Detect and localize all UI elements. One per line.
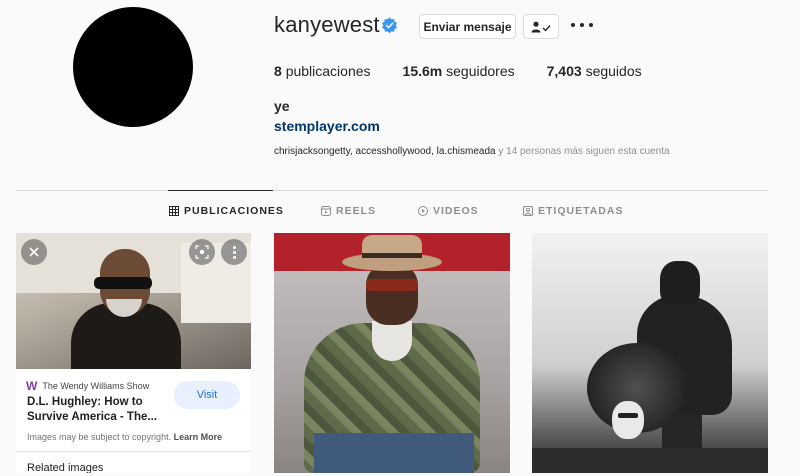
send-message-button[interactable]: Enviar mensaje — [419, 14, 516, 39]
profile-tabs: PUBLICACIONES REELS VIDEOS ETIQUETADAS — [0, 205, 800, 221]
tab-label: PUBLICACIONES — [184, 205, 284, 217]
copyright-notice: Images may be subject to copyright. Lear… — [27, 432, 222, 442]
close-icon[interactable] — [21, 239, 47, 265]
related-images-heading: Related images — [27, 462, 104, 473]
source-logo-icon: W — [26, 379, 38, 393]
card-separator — [16, 451, 251, 452]
profile-avatar[interactable] — [73, 7, 193, 127]
profile-username: kanyewest — [274, 12, 380, 37]
bio-link[interactable]: stemplayer.com — [274, 118, 380, 134]
user-check-icon — [531, 21, 551, 32]
following-count: 7,403 — [546, 63, 582, 79]
card-source[interactable]: W The Wendy Williams Show — [26, 379, 149, 393]
post-2-image[interactable] — [274, 233, 510, 473]
bio-name: ye — [274, 98, 290, 114]
posts-count: 8 — [274, 63, 282, 79]
lens-search-icon[interactable] — [189, 239, 215, 265]
tab-publicaciones[interactable]: PUBLICACIONES — [169, 205, 284, 217]
verified-badge-icon — [382, 17, 397, 34]
profile-stats: 8 publicaciones 15.6m seguidores 7,403 s… — [274, 63, 674, 79]
profile-divider — [16, 190, 768, 191]
reels-icon — [321, 206, 331, 216]
tag-icon — [523, 206, 533, 216]
visit-button[interactable]: Visit — [174, 381, 240, 409]
followed-by-suffix: y 14 personas más siguen esta cuenta — [495, 146, 670, 157]
tab-etiquetadas[interactable]: ETIQUETADAS — [523, 205, 623, 217]
followed-by-names[interactable]: chrisjacksongetty, accesshollywood, la.c… — [274, 146, 496, 157]
posts-stat: 8 publicaciones — [274, 63, 371, 79]
tab-reels[interactable]: REELS — [321, 205, 376, 217]
grid-icon — [169, 206, 179, 216]
followers-count: 15.6m — [402, 63, 443, 79]
posts-label: publicaciones — [285, 63, 371, 79]
copyright-text: Images may be subject to copyright. — [27, 432, 172, 442]
following-stat[interactable]: 7,403 seguidos — [547, 63, 642, 79]
post-3-photo — [532, 233, 768, 473]
source-name: The Wendy Williams Show — [42, 381, 150, 391]
tab-label: ETIQUETADAS — [538, 205, 624, 217]
followed-by[interactable]: chrisjacksongetty, accesshollywood, la.c… — [274, 146, 670, 157]
post-1-image-card[interactable]: W The Wendy Williams Show D.L. Hughley: … — [16, 233, 251, 473]
active-tab-indicator — [168, 190, 273, 191]
tab-label: VIDEOS — [433, 205, 479, 217]
followers-stat[interactable]: 15.6m seguidores — [403, 63, 515, 79]
tab-label: REELS — [336, 205, 377, 217]
card-image[interactable] — [16, 233, 251, 369]
following-label: seguidos — [585, 63, 642, 79]
kebab-menu-icon[interactable] — [221, 239, 247, 265]
play-icon — [418, 206, 428, 216]
card-title[interactable]: D.L. Hughley: How to Survive America - T… — [27, 395, 167, 425]
post-2-photo — [274, 233, 510, 473]
post-3-image[interactable] — [532, 233, 768, 473]
tab-videos[interactable]: VIDEOS — [418, 205, 479, 217]
learn-more-link[interactable]: Learn More — [174, 432, 223, 442]
followers-label: seguidores — [446, 63, 515, 79]
following-button[interactable] — [523, 14, 559, 39]
more-options-icon[interactable] — [571, 18, 593, 32]
